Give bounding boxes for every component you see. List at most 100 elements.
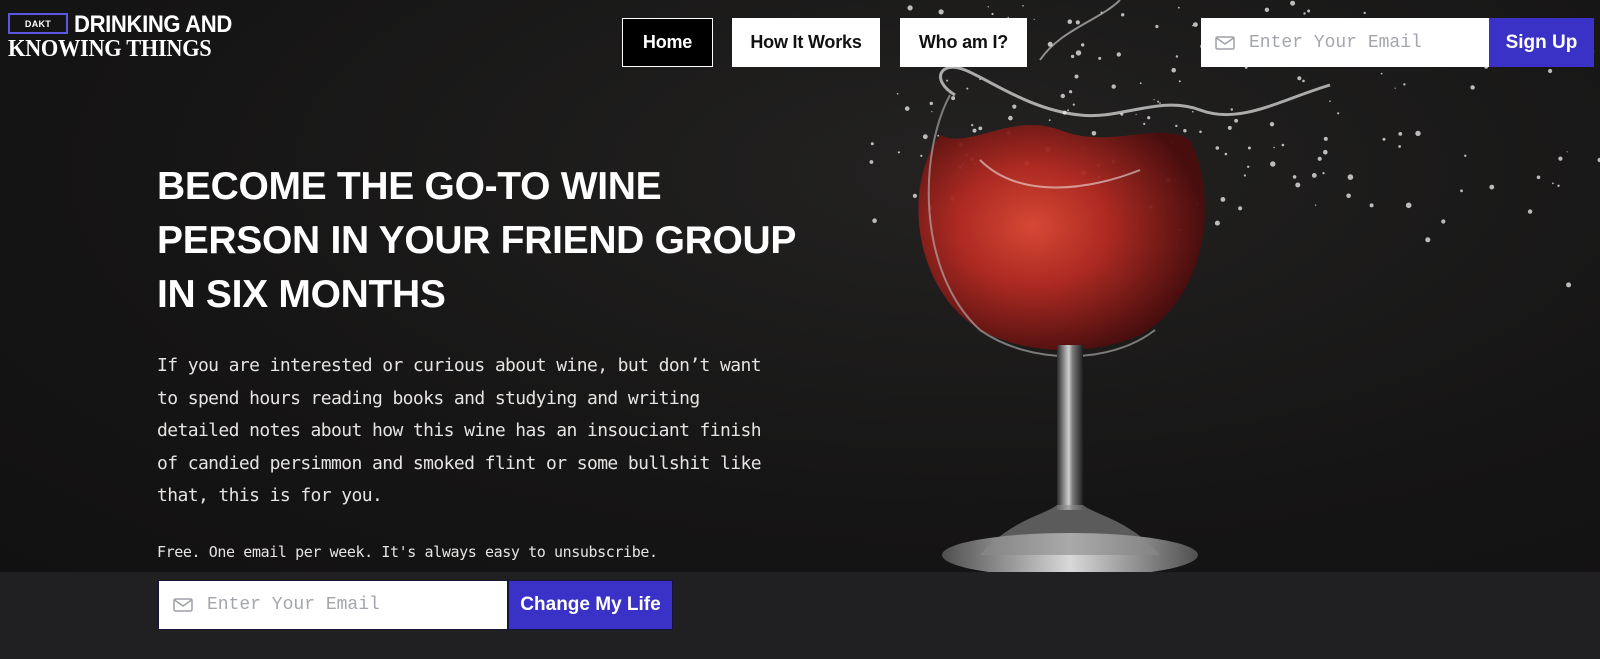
splash-droplet [1363,11,1366,15]
splash-droplet [929,101,933,106]
splash-droplet [1067,19,1073,25]
splash-droplet [1292,175,1297,179]
splash-droplet [1311,173,1317,178]
splash-droplet [1227,125,1232,130]
splash-droplet [897,151,900,154]
splash-droplet [1548,68,1553,74]
splash-droplet [1074,74,1079,79]
splash-droplet [931,111,933,113]
splash-droplet [1295,182,1301,188]
splash-droplet [1460,189,1463,193]
splash-droplet [1314,204,1317,206]
splash-droplet [1557,184,1560,187]
splash-droplet [896,92,899,95]
splash-droplet [1566,151,1568,153]
splash-droplet [1317,156,1322,161]
splash-droplet [1199,130,1202,134]
sign-up-button[interactable]: Sign Up [1489,18,1594,67]
splash-droplet [1075,50,1082,56]
splash-droplet [1116,52,1121,57]
signup-email-input[interactable] [207,595,497,615]
splash-droplet [1269,122,1275,127]
splash-droplet [1380,72,1383,75]
hero-headline: BECOME THE GO-TO WINE PERSON IN YOUR FRI… [157,165,796,316]
splash-droplet [1303,12,1306,15]
wine-glass-splash-image [865,0,1600,572]
splash-droplet [1153,99,1155,101]
logo-name-line2: KNOWING THINGS [8,36,212,62]
splash-droplet [1177,6,1180,9]
splash-droplet [1337,112,1340,115]
splash-droplet [1405,202,1412,209]
splash-droplet [1070,54,1075,59]
splash-droplet [1060,93,1065,99]
nav-how-it-works[interactable]: How It Works [732,18,880,67]
splash-droplet [870,142,874,146]
header-email-input[interactable] [1249,32,1469,53]
splash-droplet [1012,104,1017,109]
splash-droplet [1347,174,1354,180]
splash-droplet [1234,118,1238,123]
splash-droplet [907,5,913,11]
signup-email-field[interactable] [158,580,508,630]
splash-droplet [1135,113,1137,116]
nav-who-am-i[interactable]: Who am I? [900,18,1027,67]
splash-droplet [1192,110,1194,113]
change-my-life-button[interactable]: Change My Life [508,580,673,630]
splash-droplet [1008,115,1013,121]
splash-droplet [1264,7,1270,12]
splash-droplet [1329,100,1331,102]
header-email-field[interactable] [1201,18,1489,67]
splash-droplet [1394,87,1396,89]
splash-droplet [1247,146,1251,150]
splash-droplet [951,96,956,101]
splash-droplet [1243,174,1246,177]
splash-droplet [1441,219,1446,224]
splash-droplet [1143,122,1146,125]
hero-intro: If you are interested or curious about w… [157,355,762,506]
splash-droplet [1425,237,1431,243]
splash-droplet [1382,137,1386,141]
splash-droplet [1566,282,1572,288]
splash-droplet [1033,18,1035,20]
splash-droplet [1346,193,1351,199]
splash-droplet [1322,172,1325,175]
splash-droplet [1183,129,1187,133]
splash-droplet [1238,206,1243,211]
splash-droplet [1075,20,1080,25]
splash-droplet [991,12,994,16]
splash-droplet [1247,165,1250,168]
splash-droplet [1297,76,1302,81]
splash-droplet [1098,56,1102,60]
splash-droplet [938,9,944,15]
splash-droplet [946,79,949,82]
splash-droplet [1323,136,1328,141]
splash-droplet [1215,146,1220,150]
splash-droplet [987,6,989,8]
splash-droplet [1069,90,1073,94]
splash-droplet [1159,102,1161,104]
splash-droplet [1175,55,1179,58]
splash-droplet [1464,154,1467,157]
nav-home[interactable]: Home [622,18,713,67]
splash-droplet [1224,152,1228,156]
splash-droplet [971,124,974,127]
splash-droplet [1489,184,1495,190]
splash-droplet [1147,116,1151,120]
splash-droplet [1111,84,1116,89]
splash-droplet [904,106,910,111]
splash-droplet [1470,85,1475,90]
splash-droplet [1220,197,1226,202]
splash-droplet [1307,9,1311,13]
splash-droplet [1230,108,1233,111]
splash-droplet [1171,67,1176,73]
splash-droplet [1081,43,1085,47]
splash-droplet [1369,203,1374,208]
splash-droplet [912,193,917,198]
splash-droplet [1193,22,1198,27]
splash-droplet [1067,109,1069,112]
splash-droplet [1091,131,1097,136]
splash-droplet [1290,0,1296,6]
site-logo[interactable]: DAKT DRINKING AND KNOWING THINGS [8,11,258,62]
splash-droplet [1072,103,1075,106]
